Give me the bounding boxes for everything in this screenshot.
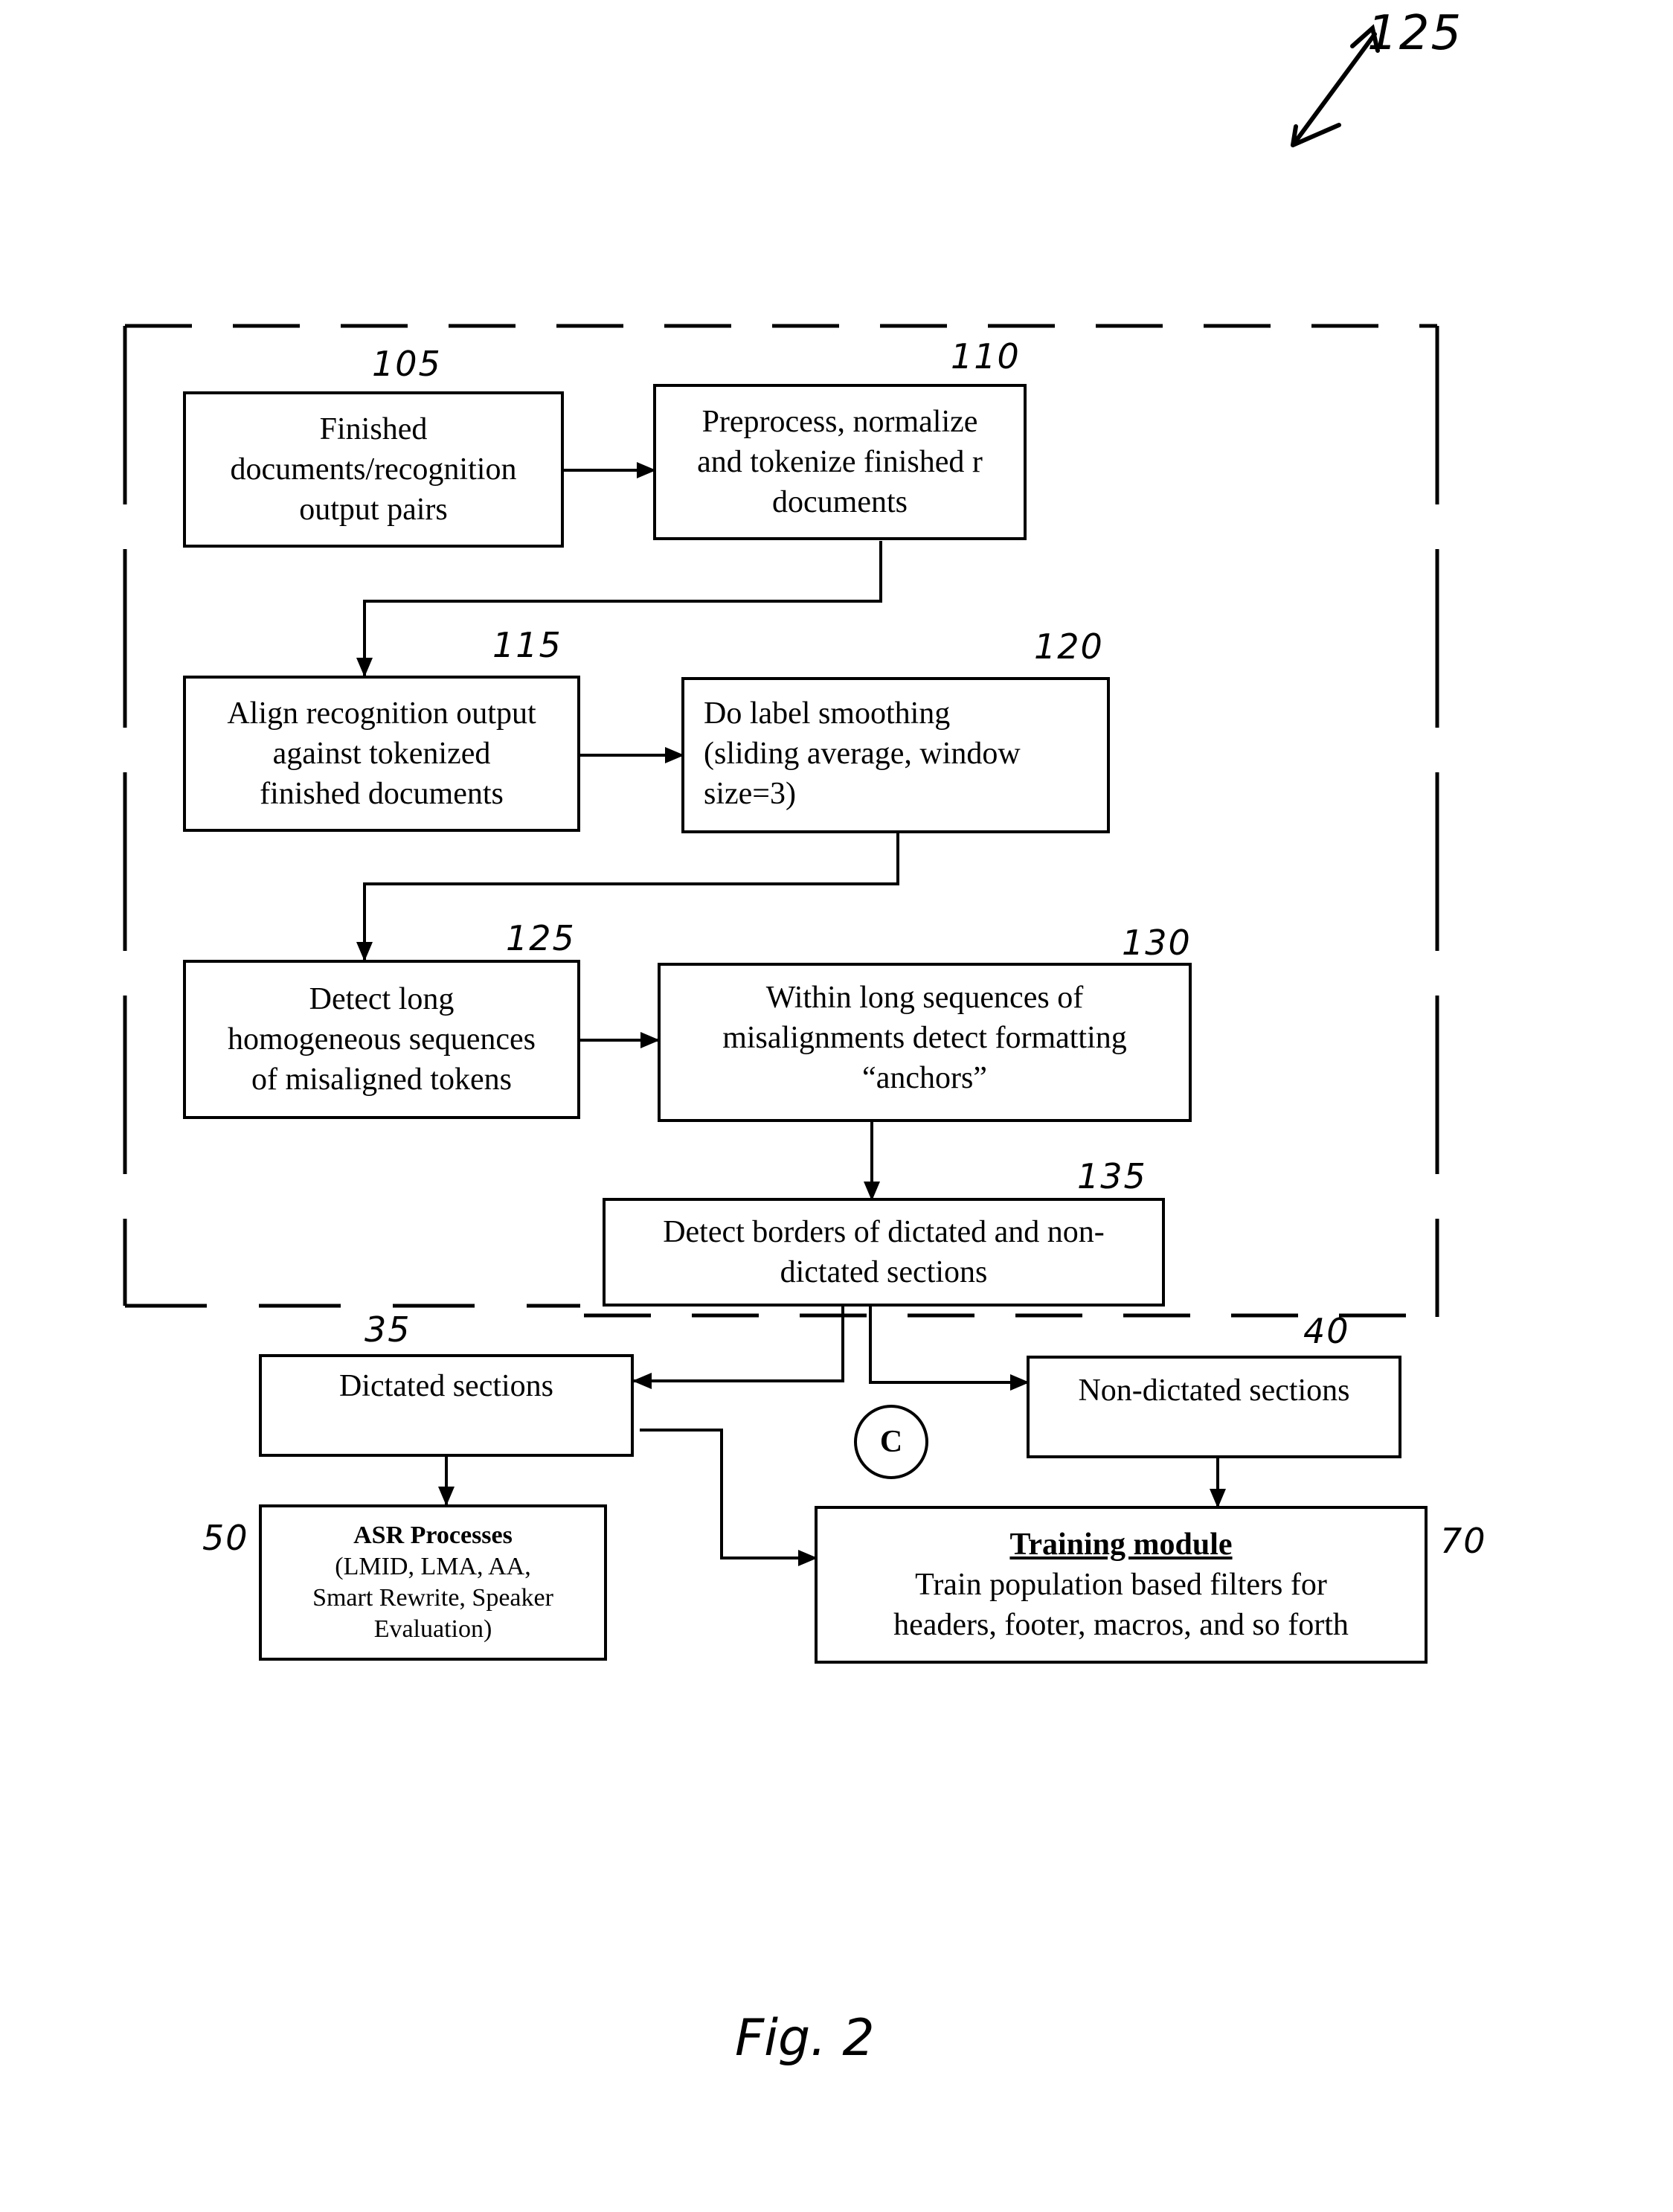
training-module-box: Training module Train population based f… [815,1506,1428,1664]
ref-105: 105 [372,344,442,384]
step-110-line: Preprocess, normalize [701,405,978,439]
ref-135: 135 [1077,1156,1147,1196]
step-105-line: documents/recognition [230,452,517,487]
connector-c: C [854,1405,928,1479]
asr-processes-line: Evaluation) [373,1615,492,1643]
step-135-line: dictated sections [780,1255,988,1289]
connector-label: C [879,1425,903,1459]
ref-115: 115 [492,625,562,665]
edge-35-70 [640,1429,818,1566]
figure-reference-arrow [1291,24,1380,147]
step-135-box: Detect borders of dictated and non- dict… [603,1198,1165,1307]
ref-50: 50 [202,1518,249,1558]
step-120-box: Do label smoothing (sliding average, win… [681,677,1110,833]
ref-110: 110 [951,336,1021,376]
edge-110-115 [356,541,882,677]
training-module-line: Train population based filters for [915,1568,1327,1602]
step-130-line: “anchors” [862,1061,987,1095]
training-module-title: Training module [1009,1527,1233,1562]
step-115-line: against tokenized [272,737,491,771]
non-dictated-sections-label: Non-dictated sections [1078,1373,1350,1408]
training-module-line: headers, footer, macros, and so forth [893,1608,1349,1642]
figure-caption: Fig. 2 [735,2009,875,2068]
step-125-line: homogeneous sequences [227,1022,536,1057]
step-130-box: Within long sequences of misalignments d… [658,963,1192,1122]
step-105-line: Finished [319,412,428,446]
asr-processes-title: ASR Processes [353,1522,513,1549]
step-120-line: size=3) [704,777,796,811]
ref-125: 125 [506,918,576,958]
ref-130: 130 [1122,923,1192,963]
step-125-line: Detect long [309,982,455,1016]
step-110-line: and tokenize finished r [697,445,983,479]
step-135-line: Detect borders of dictated and non- [663,1215,1105,1249]
step-120-line: (sliding average, window [704,737,1021,771]
asr-processes-line: Smart Rewrite, Speaker [312,1584,553,1612]
dictated-sections-label: Dictated sections [338,1369,554,1403]
edge-120-125 [356,833,899,961]
ref-120: 120 [1034,626,1104,667]
step-105-box: Finished documents/recognition output pa… [183,391,564,548]
step-125-box: Detect long homogeneous sequences of mis… [183,960,580,1119]
ref-40: 40 [1303,1311,1350,1351]
asr-processes-box: ASR Processes (LMID, LMA, AA, Smart Rewr… [259,1504,607,1661]
step-115-line: Align recognition output [227,696,536,731]
step-115-box: Align recognition output against tokeniz… [183,676,580,832]
dictated-sections-box: Dictated sections [259,1354,634,1457]
step-110-line: documents [772,485,908,519]
step-125-line: of misaligned tokens [251,1062,512,1097]
ref-70: 70 [1440,1521,1487,1561]
step-115-line: finished documents [260,777,504,811]
asr-processes-line: (LMID, LMA, AA, [335,1553,531,1580]
ref-35: 35 [365,1309,411,1350]
step-120-line: Do label smoothing [704,696,951,731]
step-130-line: Within long sequences of [765,981,1084,1015]
step-105-line: output pairs [299,493,448,527]
non-dictated-sections-box: Non-dictated sections [1027,1356,1401,1458]
ref-figure-125: 125 [1367,6,1463,61]
step-110-box: Preprocess, normalize and tokenize finis… [653,384,1027,540]
step-130-line: misalignments detect formatting [722,1021,1127,1055]
